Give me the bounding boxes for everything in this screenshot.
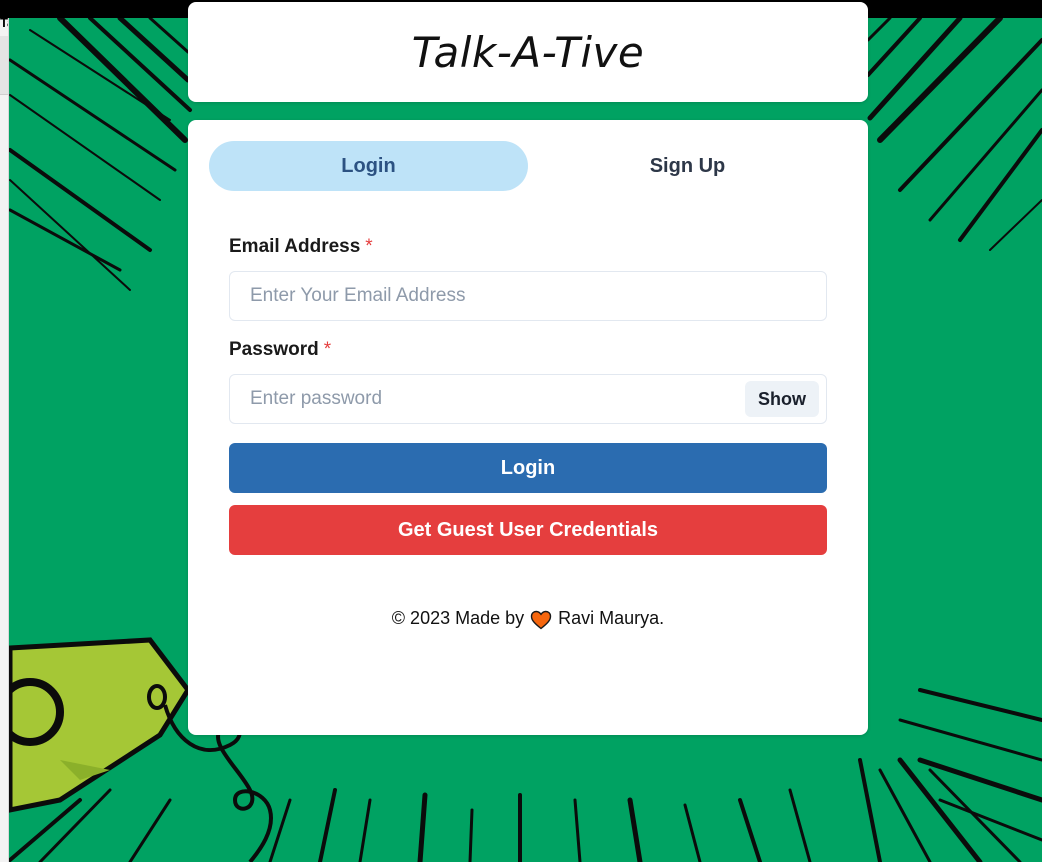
password-label-text: Password — [229, 339, 319, 360]
auth-tabs: Login Sign Up — [209, 141, 847, 191]
browser-toolbar-fragment — [0, 36, 8, 95]
email-field[interactable] — [230, 272, 826, 320]
required-mark: * — [323, 339, 332, 360]
footer-prefix: © 2023 Made by — [391, 608, 525, 628]
footer: © 2023 Made by Ravi Maurya. — [188, 608, 868, 629]
heart-icon — [530, 610, 552, 630]
email-field-container — [229, 271, 827, 321]
browser-side-strip: Ta — [0, 18, 9, 862]
app-title: Talk-A-Tive — [411, 27, 645, 77]
email-label: Email Address * — [229, 236, 373, 258]
auth-card: Login Sign Up Email Address* Password* S… — [188, 120, 868, 735]
show-password-button[interactable]: Show — [745, 381, 819, 417]
login-button[interactable]: Login — [229, 443, 827, 493]
email-label-text: Email Address — [229, 236, 361, 257]
tab-login[interactable]: Login — [209, 141, 528, 191]
tab-sign-up[interactable]: Sign Up — [528, 141, 847, 191]
password-field[interactable] — [230, 375, 735, 423]
password-field-container: Show — [229, 374, 827, 424]
browser-tab-fragment: Ta — [0, 18, 8, 30]
app-header: Talk-A-Tive — [188, 2, 868, 102]
footer-author: Ravi Maurya. — [558, 608, 665, 628]
password-label: Password * — [229, 339, 331, 361]
required-mark: * — [365, 236, 373, 257]
guest-credentials-button[interactable]: Get Guest User Credentials — [229, 505, 827, 555]
